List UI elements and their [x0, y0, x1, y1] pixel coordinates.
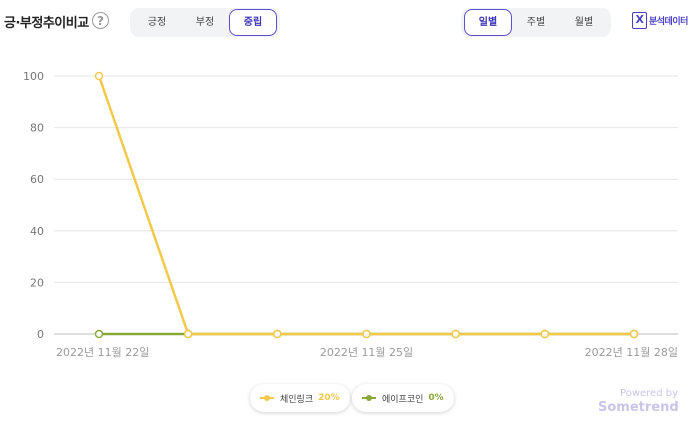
- y-tick-label: 40: [30, 225, 44, 238]
- y-tick-label: 100: [23, 70, 44, 83]
- series-line: [97, 75, 634, 336]
- y-tick-label: 20: [30, 276, 44, 289]
- data-point: [451, 329, 460, 339]
- legend-item-apecoin[interactable]: 에이프코인 0%: [352, 384, 454, 412]
- legend-value-apecoin: 0%: [428, 393, 444, 403]
- y-tick-label: 60: [30, 173, 44, 186]
- legend-marker-apecoin: [362, 394, 376, 402]
- data-point: [629, 329, 639, 339]
- x-tick-label: 2022년 11월 28일: [585, 345, 678, 359]
- data-point: [273, 329, 282, 339]
- data-point: [94, 71, 104, 81]
- data-point: [183, 329, 193, 339]
- powered-by: Powered by Sometrend: [598, 388, 679, 415]
- y-tick-label: 0: [37, 328, 44, 341]
- data-point: [540, 329, 550, 339]
- powered-label: Powered by: [620, 388, 678, 399]
- data-point: [362, 329, 371, 339]
- y-tick-label: 80: [30, 122, 44, 135]
- data-point: [94, 329, 104, 339]
- brand-logo: Sometrend: [598, 400, 679, 415]
- x-tick-label: 2022년 11월 22일: [56, 345, 149, 359]
- legend-label-apecoin: 에이프코인: [382, 394, 424, 405]
- legend-marker-chainlink: [260, 394, 274, 402]
- legend-item-chainlink[interactable]: 체인링크 20%: [250, 384, 350, 412]
- x-tick-label: 2022년 11월 25일: [320, 345, 413, 359]
- trend-line-chart: 0 20 40 60 80 100 2022년 11월 22일 2022년 11월 25일 20…: [23, 70, 678, 359]
- legend-label-chainlink: 체인링크: [280, 394, 314, 405]
- legend-value-chainlink: 20%: [318, 393, 340, 403]
